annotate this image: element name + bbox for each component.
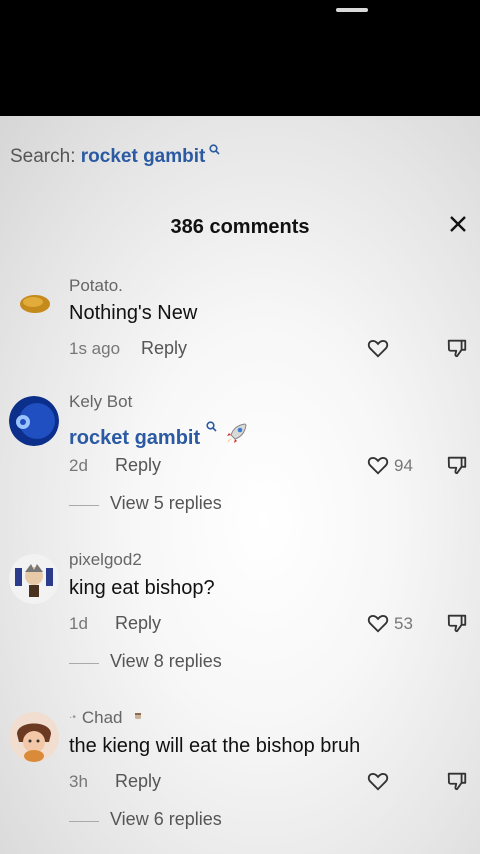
search-icon <box>206 144 220 158</box>
reply-button[interactable]: Reply <box>115 455 161 476</box>
sparkle-icon: ·• <box>69 712 76 723</box>
avatar[interactable] <box>9 278 59 328</box>
comment-text: the kieng will eat the bishop bruh <box>69 735 361 757</box>
avatar[interactable] <box>9 554 59 604</box>
comment-time: 1d <box>69 614 88 633</box>
view-replies-label: View 8 replies <box>110 651 222 671</box>
heart-icon[interactable] <box>367 612 389 634</box>
comment-time: 2d <box>69 456 88 475</box>
avatar[interactable] <box>9 396 59 446</box>
comment-text[interactable]: rocket gambit <box>69 427 200 449</box>
view-replies-button[interactable]: View 8 replies <box>69 651 369 675</box>
search-prefix: Search: <box>10 146 76 167</box>
thumbs-down-icon[interactable] <box>446 454 468 476</box>
view-replies-label: View 5 replies <box>110 493 222 513</box>
comment-username-row: ·• Chad <box>69 708 143 728</box>
thumbs-down-icon[interactable] <box>446 612 468 634</box>
comment-username[interactable]: Potato. <box>69 276 123 296</box>
thumbs-down-icon[interactable] <box>446 770 468 792</box>
drag-handle[interactable] <box>336 8 368 12</box>
heart-icon[interactable] <box>367 770 389 792</box>
divider <box>69 821 99 822</box>
comment-time: 1s ago <box>69 339 121 358</box>
heart-icon[interactable] <box>367 337 389 359</box>
rocket-emoji-icon <box>223 423 249 451</box>
reply-button[interactable]: Reply <box>115 771 161 792</box>
search-suggestion[interactable]: Search: rocket gambit <box>10 144 220 168</box>
view-replies-button[interactable]: View 6 replies <box>69 809 369 833</box>
comment-username[interactable]: Kely Bot <box>69 392 132 412</box>
comment-text-row: rocket gambit <box>69 418 249 450</box>
like-count: 94 <box>394 456 413 475</box>
search-icon <box>201 419 221 436</box>
top-black-bar <box>0 0 480 116</box>
search-term[interactable]: rocket gambit <box>81 146 206 167</box>
divider <box>69 663 99 664</box>
comment-text: Nothing's New <box>69 302 198 324</box>
close-icon[interactable] <box>446 212 470 236</box>
cup-emoji-icon <box>128 707 142 724</box>
comment-count: 386 comments <box>170 216 310 238</box>
view-replies-label: View 6 replies <box>110 809 222 829</box>
avatar[interactable] <box>9 712 59 762</box>
heart-icon[interactable] <box>367 454 389 476</box>
comment-text: king eat bishop? <box>69 577 215 599</box>
comment-time: 3h <box>69 772 88 791</box>
reply-button[interactable]: Reply <box>141 338 187 359</box>
divider <box>69 505 99 506</box>
reply-button[interactable]: Reply <box>115 613 161 634</box>
comment-username[interactable]: pixelgod2 <box>69 550 142 570</box>
like-count: 53 <box>394 614 413 633</box>
view-replies-button[interactable]: View 5 replies <box>69 493 369 517</box>
comment-username[interactable]: Chad <box>82 708 123 727</box>
thumbs-down-icon[interactable] <box>446 337 468 359</box>
